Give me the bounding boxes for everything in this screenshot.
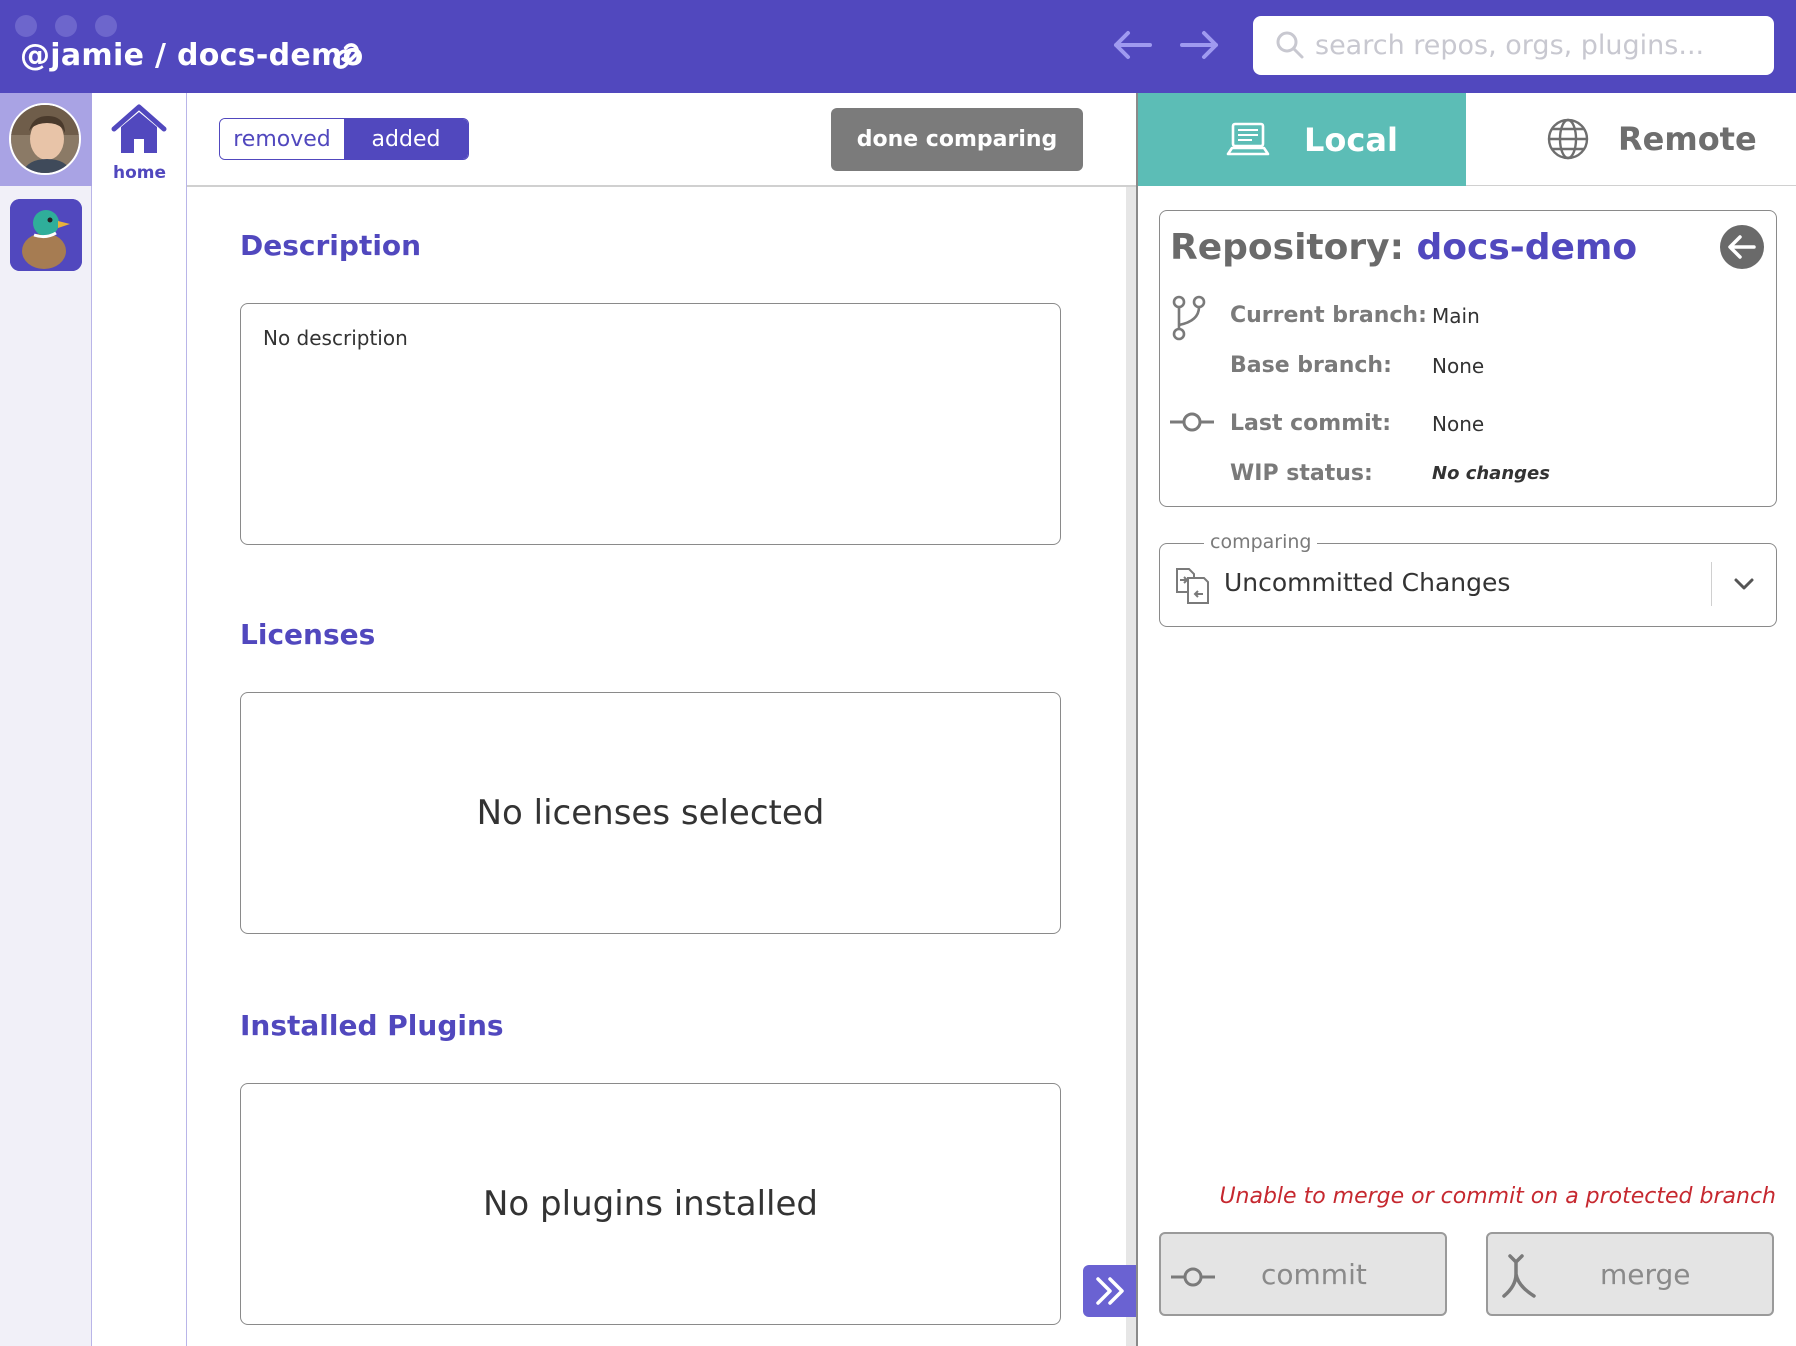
plugins-empty-text: No plugins installed	[483, 1184, 818, 1224]
panel-splitter[interactable]	[1126, 187, 1136, 1346]
merge-button-label: merge	[1600, 1258, 1691, 1291]
globe-icon	[1547, 118, 1589, 160]
description-title: Description	[240, 229, 422, 262]
current-branch-value: Main	[1432, 304, 1480, 328]
plugins-title: Installed Plugins	[240, 1009, 504, 1042]
repository-name: docs-demo	[1416, 227, 1638, 268]
account-rail	[0, 93, 92, 1346]
version-control-panel: Local Remote Repository: docs-demo Curre…	[1138, 93, 1796, 1346]
tab-remote-label: Remote	[1618, 120, 1757, 158]
window-maximize-button[interactable]	[95, 15, 117, 37]
tab-remote[interactable]: Remote	[1466, 93, 1796, 186]
merge-icon	[1502, 1254, 1536, 1298]
branch-icon	[1172, 295, 1206, 341]
search-icon	[1276, 31, 1304, 59]
compare-toolbar: removed added done comparing	[187, 93, 1136, 187]
tab-local-label: Local	[1304, 120, 1398, 159]
toggle-added[interactable]: added	[344, 119, 468, 159]
chevron-down-icon[interactable]	[1732, 572, 1756, 596]
comparing-legend: comparing	[1204, 531, 1318, 553]
done-comparing-button[interactable]: done comparing	[831, 108, 1083, 171]
base-branch-label: Base branch:	[1230, 353, 1392, 378]
window-minimize-button[interactable]	[55, 15, 77, 37]
home-label[interactable]: home	[92, 163, 187, 183]
repository-card: Repository: docs-demo Current branch: Ma…	[1159, 210, 1777, 507]
window-close-button[interactable]	[15, 15, 37, 37]
back-circle-icon[interactable]	[1720, 225, 1764, 269]
double-chevron-right-icon	[1095, 1277, 1124, 1305]
commit-icon	[1170, 412, 1214, 432]
laptop-icon	[1226, 122, 1270, 155]
avatar[interactable]	[9, 103, 81, 175]
protected-branch-warning: Unable to merge or commit on a protected…	[1219, 1184, 1776, 1209]
link-icon[interactable]	[328, 38, 364, 74]
diff-toggle[interactable]: removed added	[219, 118, 469, 160]
duck-app-icon[interactable]	[10, 199, 82, 271]
select-separator	[1711, 562, 1712, 606]
last-commit-label: Last commit:	[1230, 411, 1391, 436]
licenses-box: No licenses selected	[240, 692, 1061, 934]
description-text: No description	[263, 326, 408, 350]
last-commit-value: None	[1432, 412, 1485, 436]
plugins-box: No plugins installed	[240, 1083, 1061, 1325]
compare-files-icon	[1176, 568, 1209, 604]
wip-status-value: No changes	[1432, 463, 1550, 484]
home-icon[interactable]	[110, 103, 168, 157]
base-branch-value: None	[1432, 354, 1485, 378]
search-input[interactable]	[1315, 24, 1755, 66]
tab-local[interactable]: Local	[1138, 93, 1466, 186]
repo-content: Description No description Licenses No l…	[187, 187, 1136, 1346]
repo-title: @jamie / docs-demo	[20, 38, 364, 73]
current-branch-label: Current branch:	[1230, 303, 1427, 328]
search-bar[interactable]	[1253, 16, 1774, 75]
description-box: No description	[240, 303, 1061, 545]
wip-status-label: WIP status:	[1230, 461, 1373, 486]
toggle-removed[interactable]: removed	[220, 119, 344, 159]
commit-button-label: commit	[1261, 1258, 1367, 1291]
comparing-select[interactable]: comparing Uncommitted Changes	[1159, 531, 1777, 627]
forward-arrow-icon[interactable]	[1178, 27, 1222, 63]
back-arrow-icon[interactable]	[1110, 27, 1154, 63]
title-bar: @jamie / docs-demo	[0, 0, 1796, 93]
repository-heading: Repository: docs-demo	[1170, 227, 1637, 268]
commit-icon	[1171, 1267, 1215, 1287]
expand-panel-button[interactable]	[1083, 1265, 1136, 1317]
comparing-value: Uncommitted Changes	[1224, 568, 1511, 597]
merge-button[interactable]: merge	[1486, 1232, 1774, 1316]
home-nav: home	[92, 93, 187, 1346]
commit-button[interactable]: commit	[1159, 1232, 1447, 1316]
licenses-title: Licenses	[240, 618, 376, 651]
repository-label: Repository:	[1170, 227, 1404, 268]
licenses-empty-text: No licenses selected	[476, 793, 825, 833]
